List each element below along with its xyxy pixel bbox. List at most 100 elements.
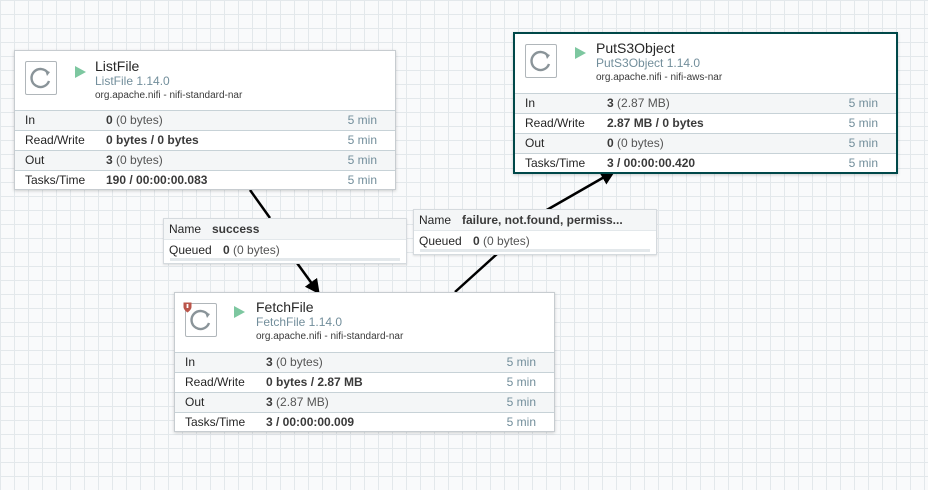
processor-icon xyxy=(525,44,557,78)
stat-time: 5 min xyxy=(848,96,878,110)
connection-label-failure[interactable]: Name failure, not.found, permiss... Queu… xyxy=(413,209,657,255)
flow-canvas[interactable]: ListFile ListFile 1.14.0 org.apache.nifi… xyxy=(0,0,928,490)
stat-time: 5 min xyxy=(347,173,377,187)
stat-row-out: Out 0 (0 bytes) 5 min xyxy=(515,133,896,153)
stat-row-readwrite: Read/Write 0 bytes / 0 bytes 5 min xyxy=(15,130,395,150)
stat-value: 3 (0 bytes) xyxy=(106,151,163,170)
stat-count: 3 xyxy=(266,395,273,409)
connection-queued-label: Queued xyxy=(169,243,212,257)
stat-size: (0 bytes) xyxy=(116,113,163,127)
processor-header: FetchFile FetchFile 1.14.0 org.apache.ni… xyxy=(175,293,554,352)
processor-bundle: org.apache.nifi - nifi-standard-nar xyxy=(95,90,243,101)
processor-name[interactable]: FetchFile xyxy=(256,299,314,315)
stat-label: Read/Write xyxy=(525,116,585,130)
queue-progress-bar xyxy=(170,258,400,261)
stat-rw-value: 0 bytes / 0 bytes xyxy=(106,133,199,147)
connection-name-row: Name failure, not.found, permiss... xyxy=(414,210,656,230)
stat-time: 5 min xyxy=(506,395,536,409)
running-icon[interactable] xyxy=(575,47,586,59)
stat-row-in: In 0 (0 bytes) 5 min xyxy=(15,110,395,130)
stat-row-tasks: Tasks/Time 3 / 00:00:00.420 5 min xyxy=(515,153,896,173)
stat-time: 5 min xyxy=(506,415,536,429)
stat-time: 5 min xyxy=(506,355,536,369)
stat-value: 0 (0 bytes) xyxy=(607,134,664,153)
queued-count: 0 xyxy=(223,243,230,257)
stat-size: (0 bytes) xyxy=(617,136,664,150)
connection-name-label: Name xyxy=(169,222,202,236)
stat-row-tasks: Tasks/Time 190 / 00:00:00.083 5 min xyxy=(15,170,395,190)
connection-queued-row: Queued 0 (0 bytes) xyxy=(164,239,406,260)
stat-row-in: In 3 (0 bytes) 5 min xyxy=(175,352,554,372)
stat-label: Tasks/Time xyxy=(525,156,586,170)
processor-header: PutS3Object PutS3Object 1.14.0 org.apach… xyxy=(515,34,896,93)
stat-row-out: Out 3 (0 bytes) 5 min xyxy=(15,150,395,170)
stat-tasks-value: 190 / 00:00:00.083 xyxy=(106,173,208,187)
stat-label: In xyxy=(185,355,196,369)
stat-size: (0 bytes) xyxy=(116,153,163,167)
stat-rw-value: 0 bytes / 2.87 MB xyxy=(266,375,363,389)
stat-tasks-value: 3 / 00:00:00.009 xyxy=(266,415,355,429)
stat-value: 3 (2.87 MB) xyxy=(266,393,329,412)
processor-icon xyxy=(25,61,57,95)
stat-time: 5 min xyxy=(506,375,536,389)
connection-queued-label: Queued xyxy=(419,234,462,248)
processor-header: ListFile ListFile 1.14.0 org.apache.nifi… xyxy=(15,51,395,110)
connection-queued-value: 0 (0 bytes) xyxy=(473,231,530,251)
connection-name-row: Name success xyxy=(164,219,406,239)
queue-progress-bar xyxy=(420,249,650,252)
stat-time: 5 min xyxy=(848,116,878,130)
stat-count: 0 xyxy=(106,113,113,127)
processor-puts3object[interactable]: PutS3Object PutS3Object 1.14.0 org.apach… xyxy=(513,32,898,174)
stat-value: 0 (0 bytes) xyxy=(106,111,163,130)
connection-queued-row: Queued 0 (0 bytes) xyxy=(414,230,656,251)
connection-name: success xyxy=(212,222,260,236)
stat-count: 0 xyxy=(607,136,614,150)
connection-label-success[interactable]: Name success Queued 0 (0 bytes) xyxy=(163,218,407,264)
processor-type: PutS3Object 1.14.0 xyxy=(596,56,701,70)
stat-count: 3 xyxy=(607,96,614,110)
queued-size: (0 bytes) xyxy=(233,243,280,257)
stat-label: Out xyxy=(525,136,545,150)
processor-name[interactable]: PutS3Object xyxy=(596,40,675,56)
queued-count: 0 xyxy=(473,234,480,248)
bulletin-shield-icon[interactable] xyxy=(183,300,192,313)
stat-label: In xyxy=(25,113,36,127)
stat-size: (2.87 MB) xyxy=(617,96,670,110)
stat-value: 3 (0 bytes) xyxy=(266,353,323,372)
stat-count: 3 xyxy=(266,355,273,369)
stat-time: 5 min xyxy=(848,136,878,150)
processor-name[interactable]: ListFile xyxy=(95,58,139,74)
stat-label: Out xyxy=(185,395,205,409)
stat-value: 0 bytes / 0 bytes xyxy=(106,131,199,150)
stat-label: Read/Write xyxy=(25,133,85,147)
running-icon[interactable] xyxy=(75,66,86,78)
processor-type: ListFile 1.14.0 xyxy=(95,74,170,88)
stat-row-in: In 3 (2.87 MB) 5 min xyxy=(515,93,896,113)
stat-row-readwrite: Read/Write 2.87 MB / 0 bytes 5 min xyxy=(515,113,896,133)
stat-time: 5 min xyxy=(347,133,377,147)
stat-value: 0 bytes / 2.87 MB xyxy=(266,373,363,392)
stat-label: Out xyxy=(25,153,45,167)
stat-value: 3 (2.87 MB) xyxy=(607,94,670,113)
stat-label: In xyxy=(525,96,536,110)
processor-type: FetchFile 1.14.0 xyxy=(256,315,343,329)
stat-time: 5 min xyxy=(848,156,878,170)
stat-value: 3 / 00:00:00.420 xyxy=(607,154,695,173)
stat-value: 190 / 00:00:00.083 xyxy=(106,171,207,190)
connection-queued-value: 0 (0 bytes) xyxy=(223,240,280,260)
stat-rw-value: 2.87 MB / 0 bytes xyxy=(607,116,704,130)
stat-size: (0 bytes) xyxy=(276,355,323,369)
processor-fetchfile[interactable]: FetchFile FetchFile 1.14.0 org.apache.ni… xyxy=(174,292,555,432)
queued-size: (0 bytes) xyxy=(483,234,530,248)
stat-row-readwrite: Read/Write 0 bytes / 2.87 MB 5 min xyxy=(175,372,554,392)
stat-value: 2.87 MB / 0 bytes xyxy=(607,114,704,133)
stat-value: 3 / 00:00:00.009 xyxy=(266,413,354,432)
stat-row-out: Out 3 (2.87 MB) 5 min xyxy=(175,392,554,412)
stat-time: 5 min xyxy=(347,113,377,127)
stat-row-tasks: Tasks/Time 3 / 00:00:00.009 5 min xyxy=(175,412,554,432)
connection-name: failure, not.found, permiss... xyxy=(462,213,623,227)
stat-time: 5 min xyxy=(347,153,377,167)
running-icon[interactable] xyxy=(234,306,245,318)
processor-listfile[interactable]: ListFile ListFile 1.14.0 org.apache.nifi… xyxy=(14,50,396,190)
processor-bundle: org.apache.nifi - nifi-standard-nar xyxy=(256,331,404,342)
